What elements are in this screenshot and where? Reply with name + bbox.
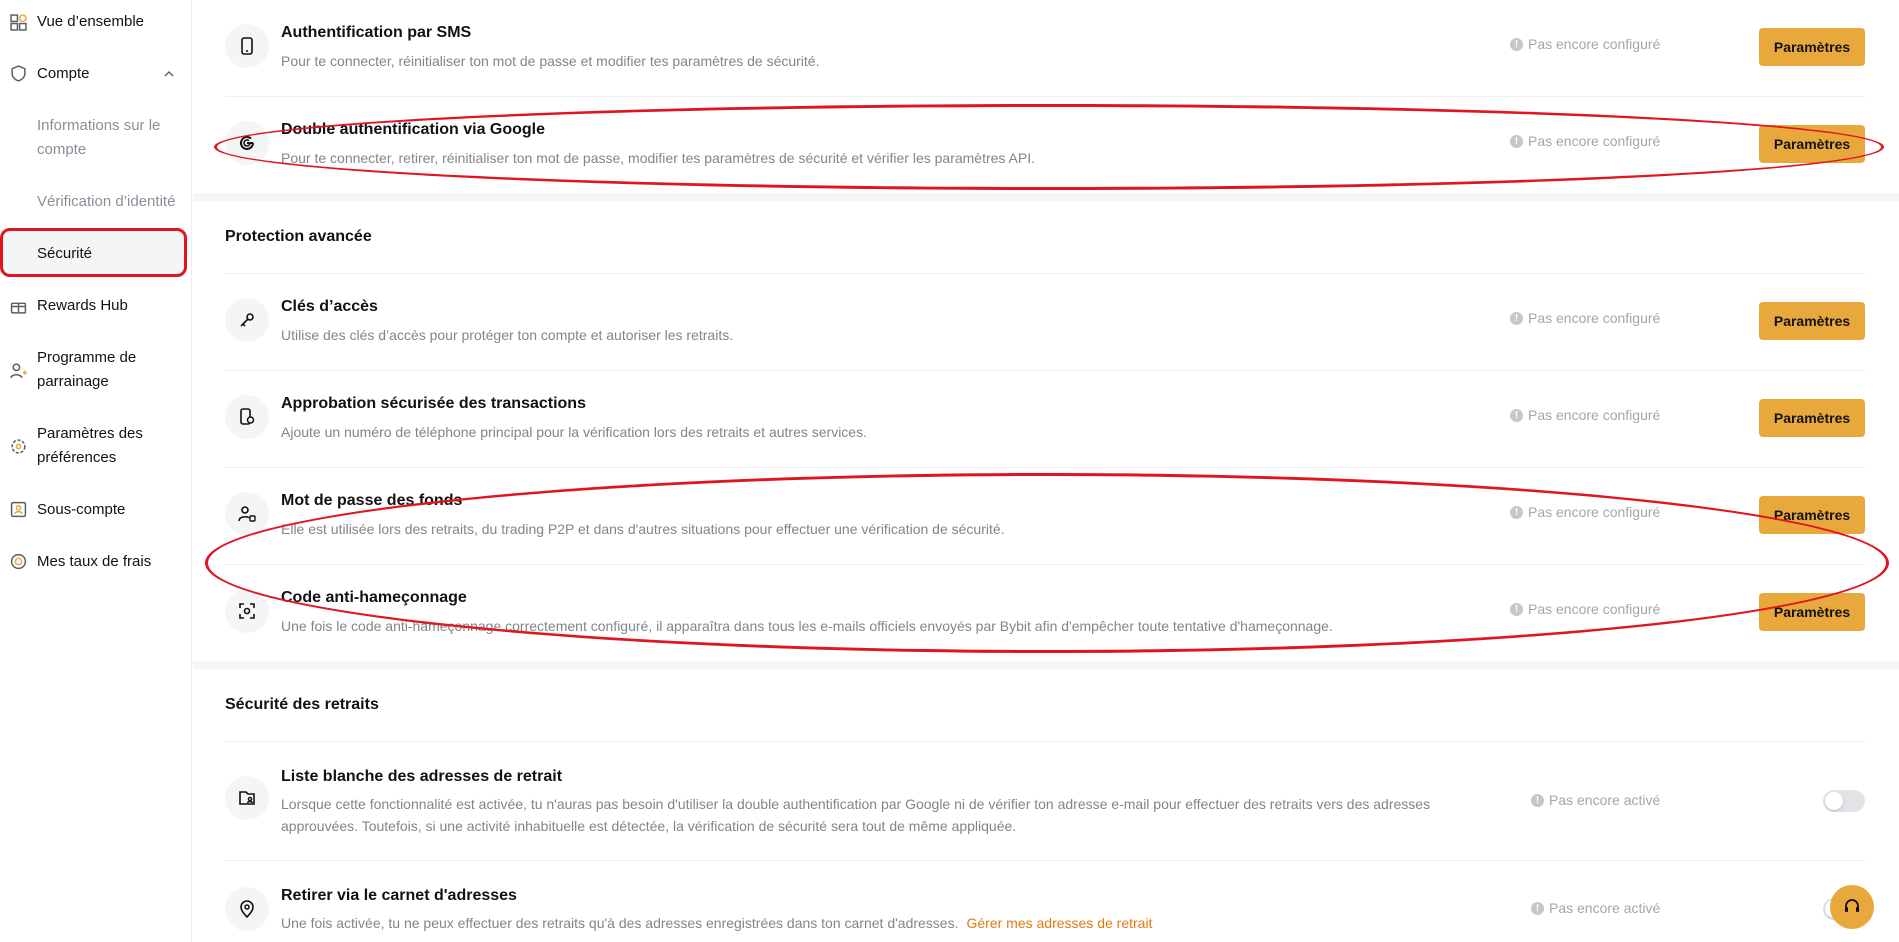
- info-icon: !: [1510, 134, 1523, 148]
- status-text: ! Pas encore configuré: [1510, 601, 1660, 617]
- settings-button[interactable]: Paramètres: [1759, 399, 1865, 437]
- gift-icon: [10, 302, 27, 314]
- subaccount-icon: [10, 501, 27, 518]
- manage-addresses-link[interactable]: Gérer mes adresses de retrait: [966, 915, 1152, 931]
- anti-phishing-row: Code anti-hameçonnage Une fois le code a…: [225, 565, 1865, 661]
- settings-button[interactable]: Paramètres: [1759, 302, 1865, 340]
- status-text: ! Pas encore configuré: [1510, 504, 1660, 520]
- gear-icon: [11, 439, 26, 454]
- row-description: Ajoute un numéro de téléphone principal …: [281, 424, 867, 440]
- chevron-up-icon[interactable]: [164, 69, 174, 79]
- settings-button[interactable]: Paramètres: [1759, 125, 1865, 163]
- phone-shield-icon: [225, 395, 269, 439]
- whitelist-toggle[interactable]: [1823, 790, 1865, 812]
- info-icon: !: [1510, 408, 1523, 422]
- row-description: Utilise des clés d’accès pour protéger t…: [281, 327, 734, 343]
- nav-identity-verification[interactable]: Vérification d’identité: [37, 190, 187, 214]
- addressbook-row: Retirer via le carnet d'adresses Une foi…: [225, 861, 1865, 942]
- settings-button[interactable]: Paramètres: [1759, 496, 1865, 534]
- fund-password-row: Mot de passe des fonds Elle est utilisée…: [225, 468, 1865, 564]
- info-icon: !: [1510, 37, 1523, 51]
- nav-account-label: Compte: [37, 65, 90, 82]
- settings-button[interactable]: Paramètres: [1759, 28, 1865, 66]
- user-plus-icon: [10, 363, 27, 379]
- row-description-line1: Lorsque cette fonctionnalité est activée…: [281, 796, 1431, 812]
- info-icon: !: [1510, 505, 1523, 519]
- nav-subaccount-label: Sous-compte: [37, 501, 126, 518]
- row-title: Approbation sécurisée des transactions: [281, 395, 586, 412]
- nav-account-info[interactable]: Informations sur le compte: [37, 114, 187, 162]
- row-title: Authentification par SMS: [281, 24, 472, 41]
- user-lock-icon: [225, 492, 269, 536]
- section-gap: [193, 661, 1899, 669]
- nav-overview-label: Vue d’ensemble: [37, 13, 145, 30]
- status-text: ! Pas encore configuré: [1510, 310, 1660, 326]
- address-book-icon: [225, 776, 269, 820]
- status-text: ! Pas encore activé: [1531, 900, 1660, 916]
- section-gap: [193, 193, 1899, 201]
- row-title: Clés d’accès: [281, 298, 378, 315]
- whitelist-row: Liste blanche des adresses de retrait Lo…: [225, 742, 1865, 860]
- row-description: Une fois activée, tu ne peux effectuer d…: [281, 915, 1153, 931]
- nav-referral-label: Programme de parrainage: [37, 349, 137, 390]
- passkeys-row: Clés d’accès Utilise des clés d’accès po…: [225, 274, 1865, 370]
- nav-fees-label: Mes taux de frais: [37, 553, 152, 570]
- main-content: Authentification par SMS Pour te connect…: [193, 0, 1899, 942]
- google-2fa-row: Double authentification via Google Pour …: [225, 97, 1865, 193]
- advanced-section-title: Protection avancée: [225, 228, 372, 245]
- row-title: Code anti-hameçonnage: [281, 589, 467, 606]
- scan-icon: [225, 589, 269, 633]
- info-icon: !: [1531, 793, 1544, 807]
- withdrawal-section-title: Sécurité des retraits: [225, 696, 379, 713]
- row-description: Elle est utilisée lors des retraits, du …: [281, 521, 1005, 537]
- status-text: ! Pas encore configuré: [1510, 133, 1660, 149]
- support-button[interactable]: [1830, 885, 1874, 929]
- coin-icon: [10, 553, 27, 570]
- status-text: ! Pas encore configuré: [1510, 407, 1660, 423]
- info-icon: !: [1510, 602, 1523, 616]
- key-icon: [225, 298, 269, 342]
- row-title: Double authentification via Google: [281, 121, 546, 138]
- shield-icon: [11, 65, 26, 82]
- row-description: Pour te connecter, réinitialiser ton mot…: [281, 53, 820, 69]
- phone-icon: [225, 24, 269, 68]
- headset-icon: [1845, 899, 1859, 912]
- grid-icon: [10, 14, 27, 31]
- row-description: Une fois le code anti-hameçonnage correc…: [281, 618, 1333, 634]
- status-text: ! Pas encore activé: [1531, 792, 1660, 808]
- sms-auth-row: Authentification par SMS Pour te connect…: [225, 0, 1865, 96]
- info-icon: !: [1510, 311, 1523, 325]
- row-description: Pour te connecter, retirer, réinitialise…: [281, 150, 1036, 166]
- row-description-line2: approuvées. Toutefois, si une activité i…: [281, 818, 1017, 834]
- nav-preferences-label: Paramètres des préférences: [37, 425, 143, 466]
- nav-rewards-label: Rewards Hub: [37, 297, 128, 314]
- sidebar: Vue d’ensemble Compte Informations sur l…: [0, 0, 192, 942]
- nav-security[interactable]: Sécurité: [37, 242, 187, 266]
- location-icon: [225, 887, 269, 931]
- row-title: Mot de passe des fonds: [281, 492, 463, 509]
- row-title: Liste blanche des adresses de retrait: [281, 768, 563, 785]
- row-title: Retirer via le carnet d'adresses: [281, 887, 517, 904]
- status-text: ! Pas encore configuré: [1510, 36, 1660, 52]
- info-icon: !: [1531, 901, 1544, 915]
- google-icon: [225, 121, 269, 165]
- settings-button[interactable]: Paramètres: [1759, 593, 1865, 631]
- secure-approval-row: Approbation sécurisée des transactions A…: [225, 371, 1865, 467]
